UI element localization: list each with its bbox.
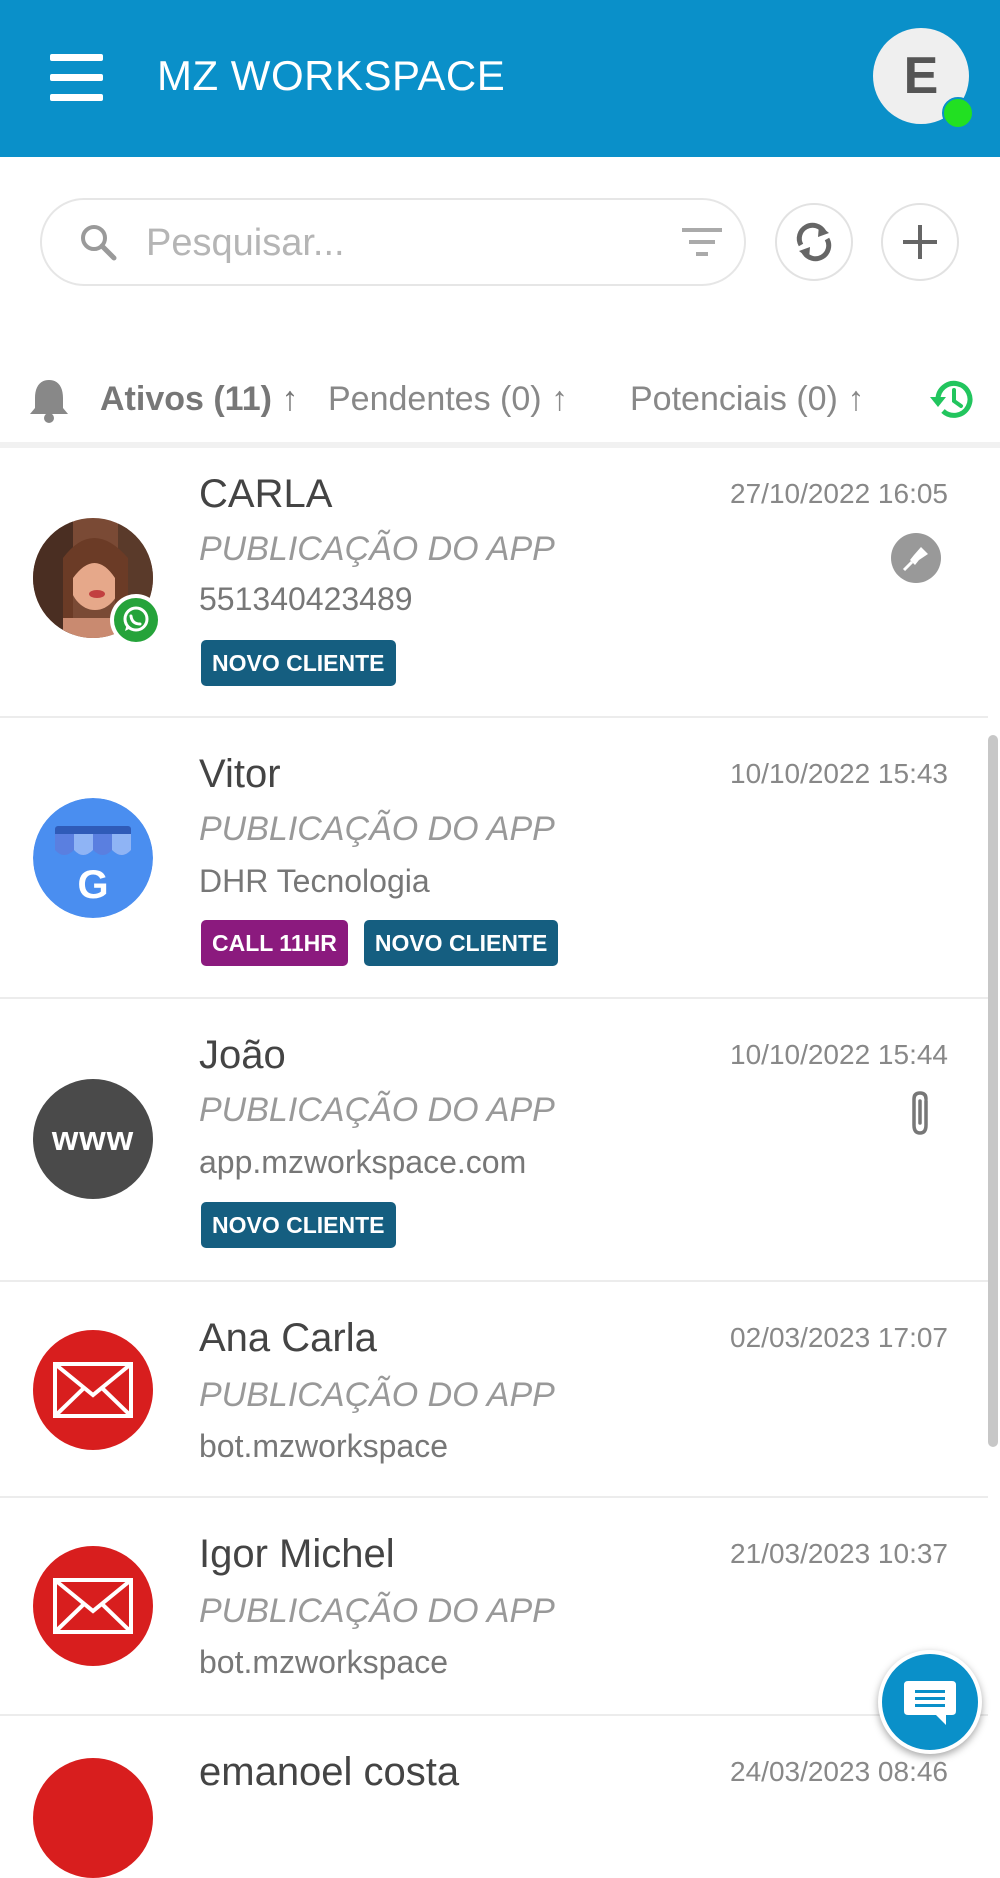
refresh-button[interactable] [775,203,853,281]
conversation-row-carla[interactable]: CARLA PUBLICAÇÃO DO APP 551340423489 27/… [0,448,988,718]
email-icon [33,1758,153,1878]
www-icon: www [33,1079,153,1199]
filter-icon[interactable] [680,224,724,260]
svg-text:G: G [77,863,108,907]
conversation-date: 27/10/2022 16:05 [730,478,948,509]
tag-list: NOVO CLIENTE [201,1202,396,1248]
tag-novo-cliente: NOVO CLIENTE [201,640,396,686]
app-header: MZ WORKSPACE E [0,0,1000,157]
refresh-icon [796,222,832,262]
history-icon[interactable] [928,377,976,423]
tag-call-11hr: CALL 11HR [201,920,348,966]
conversation-date: 02/03/2023 17:07 [730,1322,948,1353]
tab-potenciais[interactable]: Potenciais (0) ↑ [630,380,864,419]
whatsapp-icon [114,598,158,642]
chat-icon [904,1681,956,1725]
tag-novo-cliente: NOVO CLIENTE [363,920,559,966]
conversation-row-vitor[interactable]: G Vitor PUBLICAÇÃO DO APP DHR Tecnologia… [0,718,988,999]
search-input[interactable] [144,216,648,270]
new-chat-button[interactable] [878,1650,982,1754]
conversation-row-ana-carla[interactable]: Ana Carla PUBLICAÇÃO DO APP bot.mzworksp… [0,1282,988,1498]
search-bar [40,198,746,286]
conversation-row-igor-michel[interactable]: Igor Michel PUBLICAÇÃO DO APP bot.mzwork… [0,1498,988,1716]
conversation-date: 10/10/2022 15:43 [730,758,948,789]
tag-novo-cliente: NOVO CLIENTE [201,1202,396,1248]
contact-name: Igor Michel [199,1532,395,1576]
conversation-subtitle: PUBLICAÇÃO DO APP [199,1376,555,1414]
add-button[interactable] [881,203,959,281]
email-icon [33,1546,153,1666]
conversation-subtitle: PUBLICAÇÃO DO APP [199,1091,555,1129]
contact-detail: app.mzworkspace.com [199,1144,527,1180]
whatsapp-badge [110,594,162,646]
bell-icon[interactable] [26,376,72,424]
contact-detail: bot.mzworkspace [199,1428,448,1464]
conversation-row-joao[interactable]: www João PUBLICAÇÃO DO APP app.mzworkspa… [0,999,988,1282]
pin-icon[interactable] [891,533,941,583]
contact-name: João [199,1033,286,1077]
conversation-subtitle: PUBLICAÇÃO DO APP [199,530,555,568]
list-scrollbar[interactable] [988,735,998,1447]
www-label: www [51,1119,135,1158]
contact-name: Vitor [199,752,281,796]
app-title: MZ WORKSPACE [157,52,506,99]
contact-name: CARLA [199,472,333,516]
conversation-row-emanoel-costa[interactable]: emanoel costa 24/03/2023 08:46 [0,1716,988,1878]
tag-list: NOVO CLIENTE [201,640,396,686]
contact-detail: bot.mzworkspace [199,1644,448,1680]
conversation-subtitle: PUBLICAÇÃO DO APP [199,1592,555,1630]
conversation-date: 21/03/2023 10:37 [730,1538,948,1569]
contact-name: emanoel costa [199,1750,460,1794]
conversation-date: 24/03/2023 08:46 [730,1756,948,1787]
contact-detail: DHR Tecnologia [199,863,430,899]
conversation-date: 10/10/2022 15:44 [730,1039,948,1070]
online-status-dot [942,97,974,129]
hamburger-menu-icon[interactable] [50,54,103,101]
google-business-icon: G [33,798,153,918]
search-icon [81,225,117,261]
attachment-icon [912,1091,928,1135]
tag-list: CALL 11HR NOVO CLIENTE [201,920,559,966]
conversation-subtitle: PUBLICAÇÃO DO APP [199,810,555,848]
contact-detail: 551340423489 [199,581,413,617]
plus-icon [903,225,937,259]
conversation-tabs: Ativos (11) ↑ Pendentes (0) ↑ Potenciais… [0,360,1000,450]
email-icon [33,1330,153,1450]
tab-ativos[interactable]: Ativos (11) ↑ [100,380,298,419]
tab-pendentes[interactable]: Pendentes (0) ↑ [328,380,568,419]
contact-name: Ana Carla [199,1316,377,1360]
